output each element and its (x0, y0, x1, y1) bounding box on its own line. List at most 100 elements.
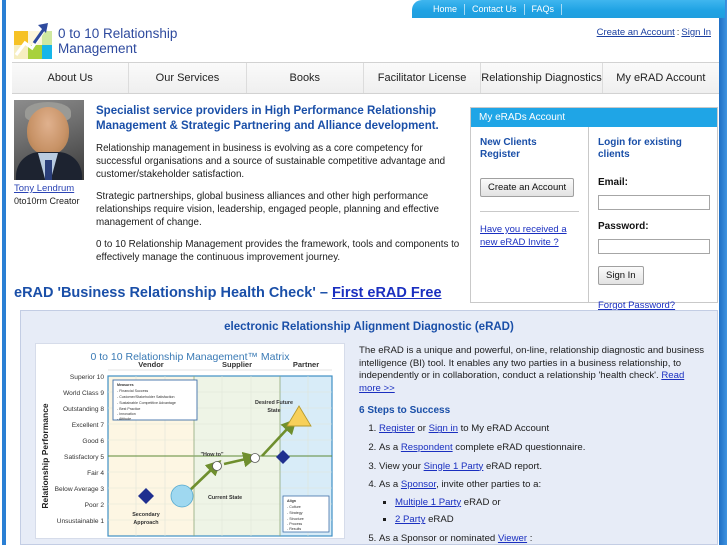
erad-panel-title: electronic Relationship Alignment Diagno… (224, 321, 514, 333)
sign-in-link[interactable]: Sign In (681, 27, 711, 38)
step-item: As a Respondent complete eRAD questionna… (379, 442, 705, 455)
step-link[interactable]: 2 Party (395, 514, 425, 525)
topbar-link-contact-us[interactable]: Contact Us (465, 3, 525, 15)
my-erads-account-box: My eRADs Account New Clients Register Cr… (470, 107, 718, 311)
erad-description-column: The eRAD is a unique and powerful, on-li… (359, 343, 705, 545)
step-link[interactable]: Register (379, 423, 415, 434)
account-box-body: New Clients Register Create an Account H… (471, 127, 717, 311)
email-label: Email: (598, 177, 629, 188)
svg-text:- Innovation: - Innovation (117, 412, 136, 416)
step-text: As a (379, 441, 401, 453)
svg-text:Fair 4: Fair 4 (87, 470, 104, 477)
chart-svg: Vendor Supplier Partner Relationship Per… (40, 360, 333, 537)
erad-description-text: The eRAD is a unique and powerful, on-li… (359, 345, 705, 382)
svg-text:- Sustainable Competitive Adva: - Sustainable Competitive Advantage (117, 401, 176, 405)
divider (480, 211, 579, 212)
nav-item-my-erad-account[interactable]: My eRAD Account (602, 63, 720, 93)
step-text: , invite other parties to a: (436, 479, 542, 491)
svg-text:Approach: Approach (133, 520, 158, 526)
svg-text:Supplier: Supplier (222, 360, 252, 369)
svg-text:Outstanding 8: Outstanding 8 (63, 406, 104, 413)
main-navigation: About Us Our Services Books Facilitator … (12, 62, 720, 94)
intro-block: Tony Lendrum 0to10rm Creator Specialist … (14, 100, 464, 273)
site-logo[interactable]: 0 to 10 Relationship Management (14, 18, 177, 59)
svg-text:Good 6: Good 6 (82, 438, 104, 445)
author-photo (14, 100, 84, 180)
erad-heading-text: eRAD 'Business Relationship Health Check… (14, 285, 332, 301)
svg-text:- Process: - Process (287, 522, 302, 526)
page-content: Home Contact Us FAQs 0 to 10 Relationshi… (6, 0, 725, 545)
svg-text:Poor 2: Poor 2 (85, 502, 105, 509)
svg-text:State: State (267, 408, 280, 414)
nav-item-our-services[interactable]: Our Services (129, 63, 247, 93)
svg-text:Desired Future: Desired Future (255, 400, 293, 406)
step-link[interactable]: Sign in (429, 423, 458, 434)
nav-item-books[interactable]: Books (246, 63, 364, 93)
first-erad-free-link[interactable]: First eRAD Free (332, 285, 442, 301)
step-text: or (414, 423, 429, 435)
intro-paragraph-1: Relationship management in business is e… (96, 143, 446, 180)
svg-text:Align: Align (287, 499, 296, 503)
step-item: Register or Sign in to My eRAD Account (379, 423, 705, 436)
page-root: Home Contact Us FAQs 0 to 10 Relationshi… (0, 0, 727, 545)
sign-in-button[interactable]: Sign In (598, 266, 644, 285)
svg-text:- Results: - Results (287, 527, 301, 531)
nav-item-facilitator-license[interactable]: Facilitator License (363, 63, 482, 93)
erad-description: The eRAD is a unique and powerful, on-li… (359, 345, 705, 395)
step-text: complete eRAD questionnaire. (452, 441, 586, 453)
nav-item-relationship-diagnostics[interactable]: Relationship Diagnostics (481, 63, 603, 93)
step-text: eRAD or (461, 496, 501, 508)
step-link[interactable]: Single 1 Party (424, 461, 484, 472)
nav-item-about-us[interactable]: About Us (12, 63, 130, 93)
topbar-link-faqs[interactable]: FAQs (525, 3, 563, 15)
step-sublist: Multiple 1 Party eRAD or 2 Party eRAD (379, 497, 705, 527)
step-link[interactable]: Respondent (401, 442, 453, 453)
step-link[interactable]: Sponsor (401, 479, 436, 490)
login-heading: Login for existing clients (598, 137, 682, 160)
svg-text:- Strategy: - Strategy (287, 511, 303, 515)
new-clients-heading: New Clients Register (480, 137, 537, 160)
step-link[interactable]: Multiple 1 Party (395, 497, 461, 508)
intro-paragraph-2: Strategic partnerships, global business … (96, 191, 439, 228)
logo-text: 0 to 10 Relationship Management (58, 26, 177, 56)
svg-text:Below Average 3: Below Average 3 (55, 486, 105, 493)
step-item: As a Sponsor, invite other parties to a:… (379, 479, 705, 527)
password-label: Password: (598, 221, 649, 232)
step-text: As a Sponsor or nominated (379, 532, 498, 544)
svg-text:Vendor: Vendor (138, 360, 164, 369)
right-blue-border (719, 0, 727, 545)
svg-text:Satisfactory 5: Satisfactory 5 (64, 454, 104, 461)
password-field[interactable] (598, 239, 710, 254)
relationship-matrix-chart[interactable]: 0 to 10 Relationship Management™ Matrix (35, 343, 345, 539)
svg-text:Superior 10: Superior 10 (70, 374, 104, 381)
step-subitem: 2 Party eRAD (395, 514, 705, 527)
logo-text-line1: 0 to 10 Relationship (58, 26, 178, 41)
create-account-link[interactable]: Create an Account (597, 27, 675, 38)
step-link[interactable]: Viewer (498, 533, 527, 544)
svg-text:- Culture: - Culture (287, 505, 301, 509)
account-box-header: My eRADs Account (471, 108, 717, 127)
step-text: View your (379, 460, 424, 472)
step-text: to My eRAD Account (457, 423, 550, 435)
svg-text:Measures: Measures (117, 383, 134, 387)
author-name-link[interactable]: Tony Lendrum (14, 183, 86, 195)
svg-text:Current State: Current State (208, 495, 242, 501)
erad-panel-body: 0 to 10 Relationship Management™ Matrix (21, 333, 717, 545)
svg-text:- Attitude: - Attitude (117, 417, 131, 421)
topbar-link-home[interactable]: Home (426, 3, 466, 15)
email-field[interactable] (598, 195, 710, 210)
steps-list: Register or Sign in to My eRAD Account As… (359, 423, 705, 545)
step-text: : (527, 532, 533, 544)
create-account-button[interactable]: Create an Account (480, 178, 575, 197)
logo-text-line2: Management (58, 41, 137, 56)
login-column: Login for existing clients Email: Passwo… (589, 127, 717, 311)
top-utility-bar: Home Contact Us FAQs (412, 0, 725, 18)
intro-column: Tony Lendrum 0to10rm Creator Specialist … (14, 100, 464, 302)
step-item: View your Single 1 Party eRAD report. (379, 461, 705, 474)
step-text: As a (379, 479, 401, 491)
svg-text:- Financial Success: - Financial Success (117, 389, 148, 393)
svg-text:- Customer/Stakeholder Satisfa: - Customer/Stakeholder Satisfaction (117, 395, 175, 399)
erad-invite-link[interactable]: Have you received a new eRAD Invite ? (480, 223, 579, 249)
steps-heading: 6 Steps to Success (359, 405, 451, 417)
svg-text:- Best Practice: - Best Practice (117, 407, 140, 411)
